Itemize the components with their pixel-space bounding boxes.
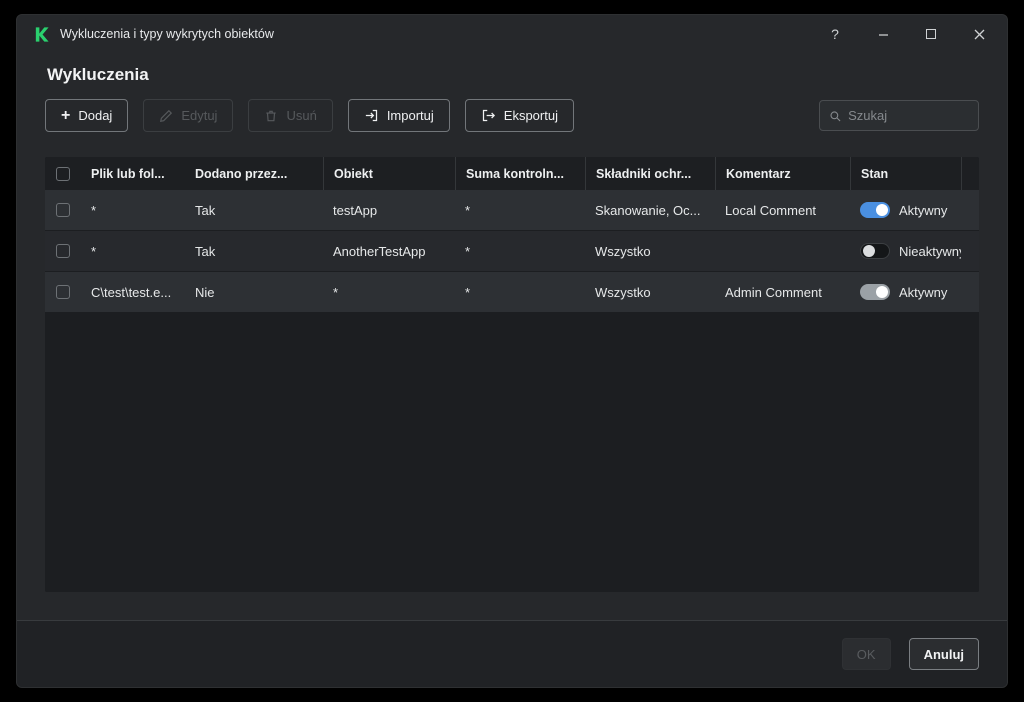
window-title: Wykluczenia i typy wykrytych obiektów (60, 27, 819, 41)
search-box[interactable] (819, 100, 979, 131)
cell-checksum: * (455, 190, 585, 230)
cell-object: testApp (323, 190, 455, 230)
ok-button[interactable]: OK (842, 638, 891, 670)
row-checkbox[interactable] (56, 203, 70, 217)
cell-checksum: * (455, 231, 585, 271)
pencil-icon (159, 109, 173, 123)
minimize-button[interactable] (867, 20, 899, 48)
exclusions-window: Wykluczenia i typy wykrytych obiektów ? … (16, 14, 1008, 688)
footer-bar: OK Anuluj (17, 620, 1007, 687)
column-header-added-by[interactable]: Dodano przez... (185, 157, 323, 190)
row-checkbox[interactable] (56, 285, 70, 299)
close-icon (974, 29, 985, 40)
cell-components: Wszystko (585, 272, 715, 312)
add-button[interactable]: + Dodaj (45, 99, 128, 132)
cell-path: * (81, 190, 185, 230)
exclusions-table: Plik lub fol... Dodano przez... Obiekt S… (45, 157, 979, 592)
cell-state: Nieaktywny (850, 231, 961, 271)
cell-object: AnotherTestApp (323, 231, 455, 271)
state-toggle[interactable] (860, 284, 890, 300)
cell-state: Aktywny (850, 272, 961, 312)
select-all-cell (45, 157, 81, 190)
help-button[interactable]: ? (819, 20, 851, 48)
table-empty-area (45, 313, 979, 592)
column-header-components[interactable]: Składniki ochr... (585, 157, 715, 190)
scrollbar-gutter (961, 157, 979, 190)
row-gutter (961, 231, 979, 271)
state-label: Aktywny (899, 203, 947, 218)
titlebar: Wykluczenia i typy wykrytych obiektów ? (17, 15, 1007, 53)
table-row[interactable]: C\test\test.e... Nie * * Wszystko Admin … (45, 272, 979, 313)
export-button[interactable]: Eksportuj (465, 99, 574, 132)
cell-comment: Admin Comment (715, 272, 850, 312)
cell-comment: Local Comment (715, 190, 850, 230)
cell-added-by: Tak (185, 190, 323, 230)
state-label: Aktywny (899, 285, 947, 300)
search-icon (829, 109, 841, 123)
state-label: Nieaktywny (899, 244, 961, 259)
close-button[interactable] (963, 20, 995, 48)
cell-components: Wszystko (585, 231, 715, 271)
delete-button[interactable]: Usuń (248, 99, 332, 132)
import-icon (364, 108, 379, 123)
table-row[interactable]: * Tak testApp * Skanowanie, Oc... Local … (45, 190, 979, 231)
row-gutter (961, 272, 979, 312)
cell-state: Aktywny (850, 190, 961, 230)
cancel-button[interactable]: Anuluj (909, 638, 979, 670)
state-toggle[interactable] (860, 243, 890, 259)
cell-path: C\test\test.e... (81, 272, 185, 312)
row-checkbox[interactable] (56, 244, 70, 258)
plus-icon: + (61, 108, 70, 124)
edit-button[interactable]: Edytuj (143, 99, 233, 132)
column-header-state[interactable]: Stan (850, 157, 961, 190)
main-content: Wykluczenia + Dodaj Edytuj Usuń (17, 53, 1007, 620)
state-toggle[interactable] (860, 202, 890, 218)
column-header-path[interactable]: Plik lub fol... (81, 157, 185, 190)
row-gutter (961, 190, 979, 230)
column-header-object[interactable]: Obiekt (323, 157, 455, 190)
import-button[interactable]: Importuj (348, 99, 450, 132)
cell-components: Skanowanie, Oc... (585, 190, 715, 230)
cell-added-by: Nie (185, 272, 323, 312)
page-title: Wykluczenia (47, 65, 977, 85)
minimize-icon (878, 29, 889, 40)
export-icon (481, 108, 496, 123)
window-controls: ? (819, 20, 995, 48)
cell-checksum: * (455, 272, 585, 312)
maximize-button[interactable] (915, 20, 947, 48)
maximize-icon (926, 29, 936, 39)
search-input[interactable] (848, 108, 969, 123)
cell-added-by: Tak (185, 231, 323, 271)
cell-comment (715, 231, 850, 271)
cell-path: * (81, 231, 185, 271)
select-all-checkbox[interactable] (56, 167, 70, 181)
table-header: Plik lub fol... Dodano przez... Obiekt S… (45, 157, 979, 190)
trash-icon (264, 109, 278, 123)
column-header-comment[interactable]: Komentarz (715, 157, 850, 190)
column-header-checksum[interactable]: Suma kontroln... (455, 157, 585, 190)
table-row[interactable]: * Tak AnotherTestApp * Wszystko Nieaktyw… (45, 231, 979, 272)
toolbar: + Dodaj Edytuj Usuń Importuj (45, 99, 979, 132)
kaspersky-logo (33, 26, 50, 43)
cell-object: * (323, 272, 455, 312)
